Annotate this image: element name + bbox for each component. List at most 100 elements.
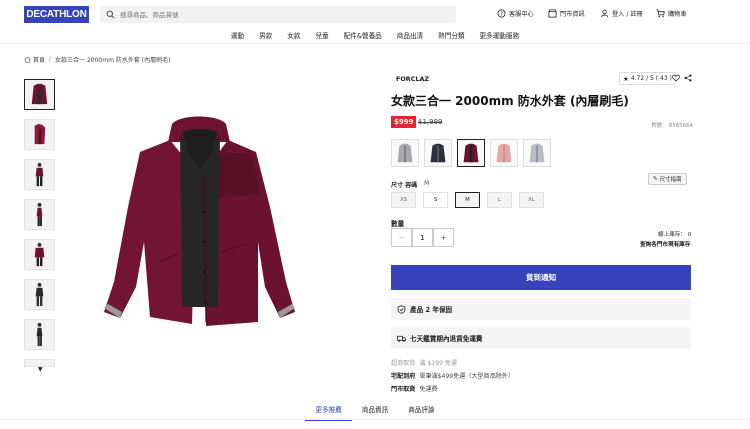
size-option-xs[interactable]: XS: [391, 192, 416, 208]
jacket-side-thumbnail-image: [34, 123, 46, 145]
color-options: [391, 139, 551, 167]
store-stock-link[interactable]: 查詢各門市現有庫存: [640, 240, 690, 248]
nav-item-services[interactable]: 更多運動服務: [472, 30, 527, 43]
star-icon: ★: [623, 74, 629, 83]
top-header: DECATHLON ? 客服中心 門市資訊 登入 / 註冊 購物車: [0, 0, 750, 30]
breadcrumb-home[interactable]: 首頁: [33, 55, 45, 64]
main-nav: 運動 男款 女款 兒童 配件&營養品 商品出清 熱門分類 更多運動服務: [0, 30, 750, 44]
notify-button[interactable]: 貨到通知: [391, 265, 691, 290]
color-swatch-grey-blue[interactable]: [523, 139, 551, 167]
warranty-text: 產品 2 年保固: [410, 306, 453, 314]
search-icon: [106, 10, 115, 19]
nav-item-sports[interactable]: 運動: [223, 30, 251, 43]
login-link[interactable]: 登入 / 註冊: [600, 9, 643, 18]
divider: [0, 419, 750, 420]
sale-price: $999: [391, 116, 417, 128]
size-selected-value: M: [424, 180, 430, 187]
quantity-stepper: − 1 +: [391, 228, 454, 247]
product-sku: 貨號： 8583664: [651, 123, 693, 129]
cart-icon: [656, 9, 665, 18]
online-stock-text: 線上庫存： 0: [658, 232, 692, 238]
thumbnail-list: [24, 79, 56, 367]
cart-link[interactable]: 購物車: [656, 9, 687, 18]
model-side-thumbnail-image: [36, 202, 43, 227]
store-icon: [548, 9, 557, 18]
thumbnail-5[interactable]: [24, 239, 55, 270]
thumbnail-7[interactable]: [24, 319, 55, 350]
nav-item-clearance[interactable]: 商品出清: [389, 30, 430, 43]
thumbnail-4[interactable]: [24, 199, 55, 230]
rating-text: 4.72 / 5 ( 43 ): [630, 75, 672, 82]
thumbnail-1[interactable]: [24, 79, 55, 110]
home-icon: [24, 56, 31, 63]
burgundy-jacket-image: [463, 143, 479, 163]
share-icon[interactable]: [684, 74, 692, 82]
thumbnail-scroll-down-icon[interactable]: ▼: [38, 366, 43, 373]
size-label: 尺寸 容碼: [391, 182, 418, 189]
size-options: XS S M L XL: [391, 192, 544, 208]
shipping-method-label: 宅配到府: [391, 373, 416, 380]
size-option-m[interactable]: M: [455, 192, 480, 208]
color-swatch-burgundy[interactable]: [457, 139, 485, 167]
tab-product-info[interactable]: 商品資訊: [352, 397, 398, 420]
tab-reviews[interactable]: 商品評論: [398, 397, 444, 420]
nav-item-kids[interactable]: 兒童: [308, 30, 336, 43]
question-circle-icon: ?: [497, 9, 506, 18]
quantity-value[interactable]: 1: [412, 228, 433, 247]
nav-item-women[interactable]: 女款: [280, 30, 308, 43]
thumbnail-6[interactable]: [24, 279, 55, 310]
size-guide-button[interactable]: ✎ 尺寸指南: [648, 173, 687, 185]
nav-item-men[interactable]: 男款: [252, 30, 280, 43]
decathlon-logo[interactable]: DECATHLON: [24, 6, 89, 23]
rating-badge[interactable]: ★ 4.72 / 5 ( 43 ): [619, 72, 676, 85]
size-option-s[interactable]: S: [423, 192, 448, 208]
navy-jacket-image: [430, 143, 446, 163]
color-swatch-light-grey[interactable]: [391, 139, 419, 167]
shipping-row-store-pickup: 門市取貨 免運費: [391, 384, 438, 393]
breadcrumb: 首頁 / 女款三合一 2000mm 防水外套 (內層刷毛): [24, 55, 170, 64]
shipping-row-home-delivery: 宅配到府 單筆滿$499免運（大型商品除外）: [391, 371, 514, 380]
size-option-l[interactable]: L: [487, 192, 512, 208]
size-label-row: 尺寸 容碼 M: [391, 180, 429, 189]
thumbnail-2[interactable]: [24, 119, 55, 150]
login-label: 登入 / 註冊: [612, 11, 643, 18]
size-guide-label: 尺寸指南: [659, 177, 682, 183]
quantity-increase-button[interactable]: +: [433, 228, 454, 247]
shipping-method-value: 免運費: [419, 386, 438, 393]
shipping-row-convenience-store: 超商取貨 滿 $199 免運: [391, 358, 457, 367]
store-info-link[interactable]: 門市資訊: [548, 9, 585, 18]
fleece-thumbnail-image: [35, 282, 44, 307]
breadcrumb-current: 女款三合一 2000mm 防水外套 (內層刷毛): [55, 57, 171, 64]
color-swatch-navy[interactable]: [424, 139, 452, 167]
shield-check-icon: [397, 304, 406, 314]
heart-icon[interactable]: [672, 74, 680, 82]
cart-label: 購物車: [668, 11, 687, 18]
quantity-decrease-button[interactable]: −: [391, 228, 412, 247]
product-main-image[interactable]: [100, 112, 300, 332]
product-title: 女款三合一 2000mm 防水外套 (內層刷毛): [391, 94, 629, 108]
pink-jacket-image: [496, 143, 512, 163]
tab-recommendations[interactable]: 更多推薦: [305, 397, 352, 421]
store-info-label: 門市資訊: [560, 11, 585, 18]
shipping-method-label: 門市取貨: [391, 386, 416, 393]
color-swatch-pink[interactable]: [490, 139, 518, 167]
grey-blue-jacket-image: [529, 143, 545, 163]
brand-name[interactable]: FORCLAZ: [396, 75, 429, 83]
search-bar[interactable]: [100, 6, 456, 23]
size-option-xl[interactable]: XL: [519, 192, 544, 208]
search-input[interactable]: [120, 10, 420, 19]
shipping-method-value: 單筆滿$499免運（大型商品除外）: [419, 373, 515, 380]
truck-icon: [397, 335, 406, 342]
shipping-method-label: 超商取貨: [391, 360, 416, 367]
user-icon: [600, 9, 609, 18]
nav-item-accessories[interactable]: 配件&營養品: [336, 30, 389, 43]
model-back-thumbnail-image: [34, 242, 45, 267]
grey-jacket-image: [397, 143, 413, 163]
quantity-label: 數量: [391, 220, 405, 228]
nav-item-popular[interactable]: 熱門分類: [431, 30, 472, 43]
original-price: $1,999: [418, 118, 443, 126]
thumbnail-3[interactable]: [24, 159, 55, 190]
warranty-banner: 產品 2 年保固: [391, 298, 691, 320]
svg-text:?: ?: [500, 11, 503, 17]
customer-service-link[interactable]: ? 客服中心: [497, 9, 534, 18]
